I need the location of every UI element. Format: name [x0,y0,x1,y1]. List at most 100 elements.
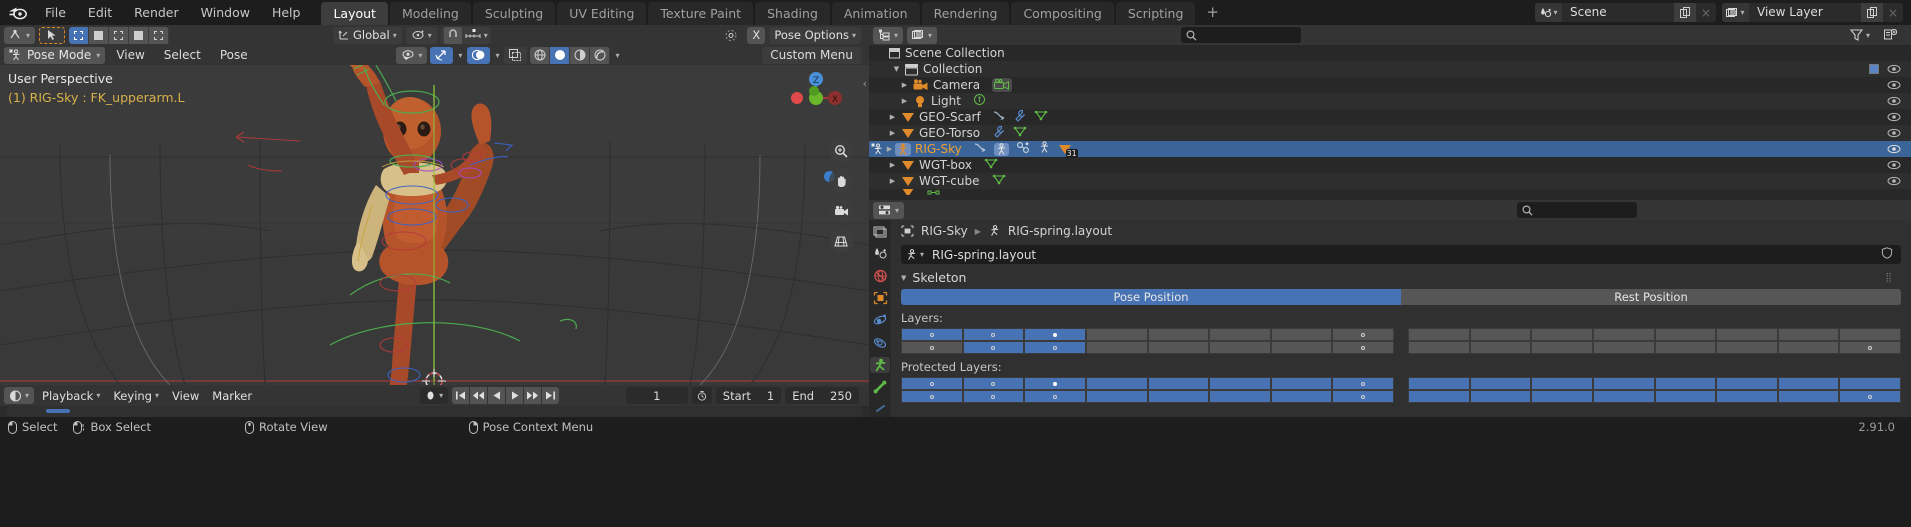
layer-cell[interactable] [1839,341,1901,354]
visibility-toggle-icon[interactable] [1887,157,1901,173]
protected-cell[interactable] [1024,390,1086,403]
animation-data-icon[interactable] [993,110,1006,125]
layer-cell[interactable] [1592,328,1655,341]
blender-logo-icon[interactable] [0,5,34,20]
layer-cell[interactable] [1147,341,1210,354]
timeline-menu-playback[interactable]: Playback ▾ [37,387,105,404]
visibility-toggle-icon[interactable] [1887,93,1901,109]
armature-data-icon[interactable]: ▾ [905,248,928,261]
jump-to-next-keyframe-icon[interactable] [524,387,542,404]
output-properties-tab[interactable] [870,246,890,262]
light-data-icon[interactable] [973,93,986,109]
constraint-icon[interactable] [1016,141,1031,157]
custom-menu-button[interactable]: Custom Menu [762,46,861,64]
protected-cell[interactable] [1085,377,1148,390]
layer-cell[interactable] [901,341,963,354]
physics-properties-tab[interactable] [870,312,890,328]
frame-end-field[interactable]: End 250 [785,387,859,404]
visibility-toggle-icon[interactable] [1887,173,1901,189]
animation-data-icon[interactable] [974,142,987,157]
layer-cell[interactable] [1531,341,1593,354]
protected-cell[interactable] [1408,377,1470,390]
shield-fake-user-icon[interactable] [1881,247,1897,262]
protected-cell[interactable] [1469,377,1532,390]
camera-view-icon[interactable] [829,199,853,223]
menu-render[interactable]: Render [123,0,190,25]
remove-scene-button[interactable]: × [1696,3,1716,22]
layer-cell[interactable] [1408,341,1470,354]
new-scene-icon[interactable] [1674,3,1696,22]
overlays-dropdown[interactable]: ▾ [493,47,501,64]
transform-orientation-dropdown[interactable]: Global ▾ [333,26,402,44]
add-workspace-button[interactable]: + [1197,2,1228,25]
viewport-menu-view[interactable]: View [108,47,152,64]
pose-options-dropdown[interactable]: Pose Options ▾ [769,26,861,44]
layer-cell[interactable] [1332,328,1394,341]
armature-data-icon[interactable] [1038,141,1051,157]
bone-constraint-tab[interactable] [870,401,890,417]
editor-type-icon[interactable]: ▾ [4,26,36,44]
shading-dropdown[interactable]: ▾ [613,47,621,64]
protected-cell[interactable] [1839,390,1901,403]
protected-cell[interactable] [1654,377,1717,390]
layer-cell[interactable] [1531,328,1593,341]
layer-cell[interactable] [1024,341,1086,354]
workspace-tab-compositing[interactable]: Compositing [1011,2,1114,25]
xray-icon[interactable] [504,46,528,64]
timeline-menu-view[interactable]: View [167,387,204,404]
pose-position-button[interactable]: Pose Position [901,289,1401,305]
breadcrumb-object-label[interactable]: RIG-Sky [921,224,968,238]
protected-cell[interactable] [1777,377,1840,390]
layer-cell[interactable] [1085,341,1148,354]
disclosure-right-icon[interactable]: ▶ [887,129,898,137]
workspace-tab-shading[interactable]: Shading [755,2,830,25]
armature-name-value[interactable]: RIG-spring.layout [932,248,1036,262]
disclosure-right-icon[interactable]: ▶ [884,145,895,153]
current-frame-field[interactable]: 1 [625,387,688,404]
layer-cell[interactable] [1332,341,1394,354]
protected-cell[interactable] [1531,390,1593,403]
render-properties-tab[interactable] [870,224,890,240]
outliner-search-input[interactable] [1181,27,1302,43]
outliner-row-geo-torso[interactable]: ▶ GEO-Torso [869,125,1911,141]
layer-cell[interactable] [1777,328,1840,341]
layer-cell[interactable] [1469,341,1532,354]
outliner-row-wgt-cube[interactable]: ▶ WGT-cube [869,173,1911,189]
auto-keying-icon[interactable] [691,387,712,404]
workspace-tab-layout[interactable]: Layout [321,2,388,25]
layer-cell[interactable] [962,328,1025,341]
workspace-tab-uv-editing[interactable]: UV Editing [557,2,647,25]
protected-cell[interactable] [1270,377,1333,390]
mesh-data-icon[interactable] [1013,125,1027,141]
workspace-tab-sculpting[interactable]: Sculpting [472,2,556,25]
protected-cell[interactable] [1716,390,1778,403]
material-preview-shading-icon[interactable] [570,46,591,64]
modifier-icon[interactable] [1013,109,1027,125]
scene-selector[interactable]: ▾ Scene × [1535,3,1716,22]
subtract-select-icon[interactable] [109,26,130,44]
snap-increment-icon[interactable] [465,28,481,43]
layer-cell[interactable] [1716,341,1778,354]
protected-cell[interactable] [1024,377,1086,390]
protected-cell[interactable] [1085,390,1148,403]
skeleton-panel-header[interactable]: ▼ Skeleton ⣿ [891,264,1911,289]
object-data-properties-tab[interactable] [870,356,890,373]
disclosure-right-icon[interactable]: ▶ [887,113,898,121]
wireframe-shading-icon[interactable] [530,46,551,64]
breadcrumb-data-label[interactable]: RIG-spring.layout [1008,224,1112,238]
scene-name-field[interactable]: Scene [1562,3,1674,22]
protected-cell[interactable] [1531,377,1593,390]
layer-cell[interactable] [1270,341,1333,354]
invert-select-icon[interactable] [129,26,150,44]
outliner-row-collection[interactable]: ▼ Collection [869,61,1911,77]
rendered-shading-icon[interactable] [590,46,611,64]
layer-cell[interactable] [962,341,1025,354]
view-layer-icon[interactable]: ▾ [1722,3,1749,22]
snap-magnet-icon[interactable] [443,26,462,44]
object-constraint-tab[interactable] [870,335,890,351]
view-layer-selector[interactable]: ▾ View Layer × [1722,3,1903,22]
protected-cell[interactable] [1332,390,1394,403]
outliner-row-rig-sky[interactable]: ▶ RIG-Sky 31 [869,141,1911,158]
disclosure-right-icon[interactable]: ▶ [887,177,898,185]
navigation-gizmo[interactable]: Z X [785,67,847,129]
